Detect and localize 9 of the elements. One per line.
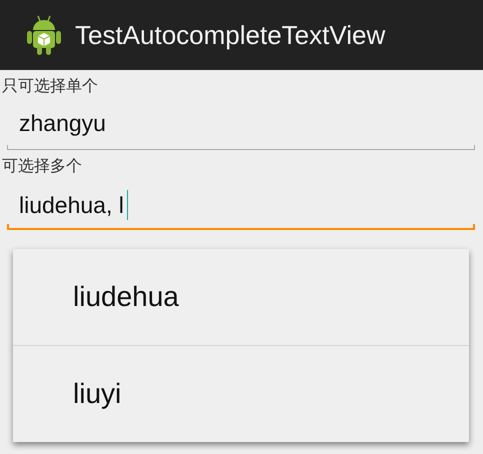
field-label: 可选择多个 (1, 155, 83, 177)
field-label: 只可选择单个 (1, 75, 99, 97)
suggestion-item[interactable]: liudehua (13, 249, 469, 345)
robot-icon (26, 14, 62, 56)
suggestion-item[interactable]: liuyi (13, 346, 469, 442)
text-field[interactable]: liudehua, l (7, 184, 475, 230)
app-title: TestAutocompleteTextView (75, 20, 386, 50)
text-cursor (126, 190, 128, 220)
text-field[interactable]: zhangyu (7, 104, 475, 150)
